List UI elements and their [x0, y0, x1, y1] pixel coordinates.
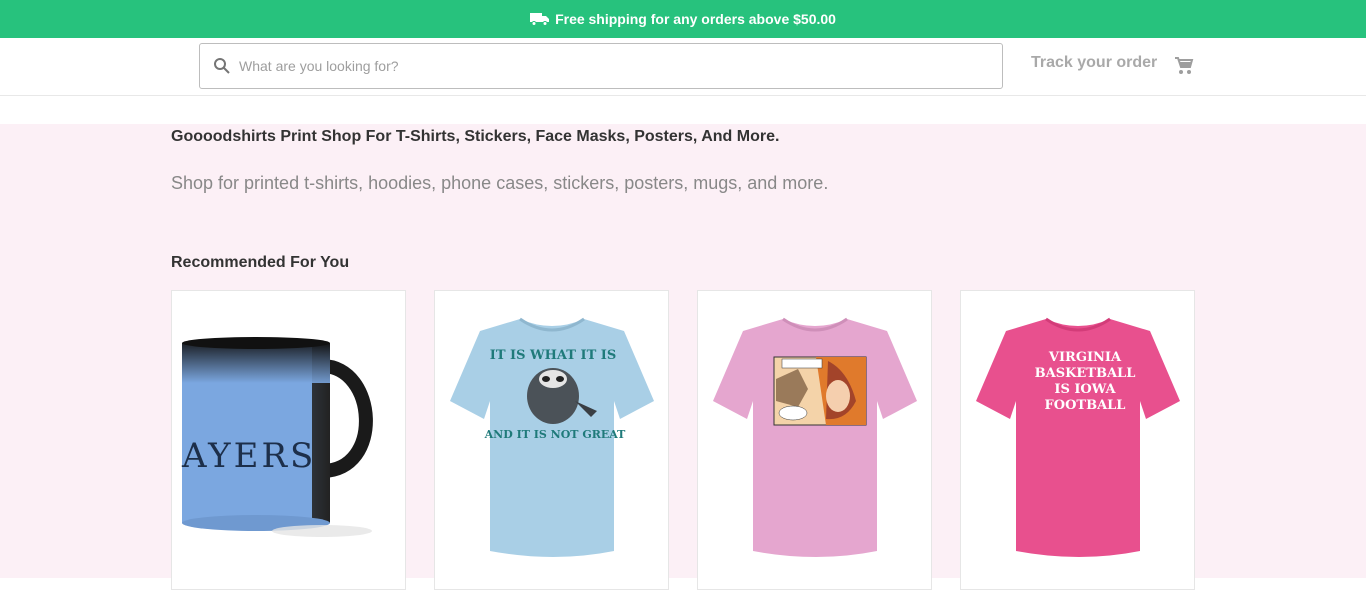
shirt-print-line: VIRGINIA	[1048, 350, 1122, 365]
track-order-link[interactable]: Track your order	[1031, 54, 1157, 72]
product-card-mug[interactable]: AYERS	[171, 290, 406, 590]
promo-bar: Free shipping for any orders above $50.0…	[0, 0, 1366, 38]
mug-print-text: AYERS	[181, 436, 316, 476]
header: Track your order	[0, 38, 1366, 96]
page-title: Goooodshirts Print Shop For T-Shirts, St…	[171, 128, 780, 145]
shirt-print-line: BASKETBALL	[1035, 366, 1136, 381]
page-subtitle: Shop for printed t-shirts, hoodies, phon…	[171, 173, 829, 193]
product-card-comic-tee[interactable]	[697, 290, 932, 590]
search-box[interactable]	[199, 43, 1003, 89]
tshirt-image: VIRGINIA BASKETBALL IS IOWA FOOTBALL	[976, 317, 1180, 557]
mug-image: AYERS	[181, 337, 373, 537]
shirt-print-line: FOOTBALL	[1045, 398, 1126, 413]
cart-icon[interactable]	[1174, 56, 1194, 76]
section-title-recommended: Recommended For You	[171, 254, 350, 271]
truck-icon	[530, 13, 550, 26]
shirt-print-line: IS IOWA	[1054, 382, 1116, 397]
product-card-raccoon-tee[interactable]: IT IS WHAT IT IS AND IT IS NOT GREAT	[434, 290, 669, 590]
promo-text: Free shipping for any orders above $50.0…	[555, 11, 836, 27]
search-input[interactable]	[239, 58, 939, 74]
shirt-print-bottom: AND IT IS NOT GREAT	[484, 428, 627, 441]
product-card-virginia-tee[interactable]: VIRGINIA BASKETBALL IS IOWA FOOTBALL	[960, 290, 1195, 590]
search-icon	[214, 58, 230, 74]
tshirt-image: IT IS WHAT IT IS AND IT IS NOT GREAT	[450, 317, 654, 557]
shirt-print-top: IT IS WHAT IT IS	[490, 348, 616, 363]
tshirt-image	[713, 317, 917, 557]
